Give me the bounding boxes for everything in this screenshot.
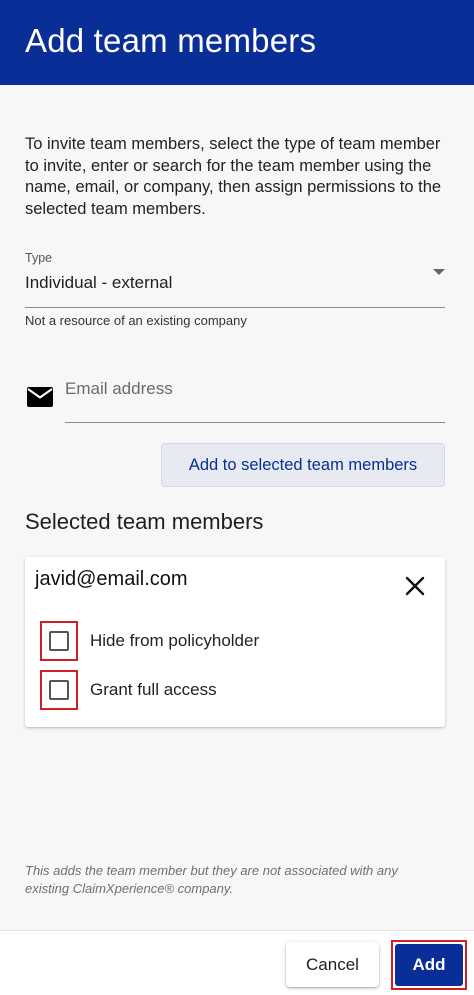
- email-field[interactable]: [65, 372, 445, 423]
- footnote: This adds the team member but they are n…: [25, 863, 398, 896]
- intro-text: To invite team members, select the type …: [25, 135, 442, 218]
- cancel-button[interactable]: Cancel: [286, 942, 379, 987]
- add-button[interactable]: Add: [395, 944, 463, 986]
- hide-from-policyholder-label: Hide from policyholder: [90, 631, 260, 650]
- mail-icon: [26, 386, 54, 408]
- email-input[interactable]: [65, 376, 435, 402]
- member-card: javid@email.com Hide from policyholder G…: [25, 557, 445, 727]
- add-to-selected-button[interactable]: Add to selected team members: [161, 443, 445, 487]
- type-helper-text: Not a resource of an existing company: [25, 313, 247, 328]
- page-title: Add team members: [25, 22, 317, 59]
- page-header: Add team members: [0, 0, 474, 85]
- option-row-full-access: Grant full access: [40, 670, 430, 710]
- footer-bar: Cancel Add: [0, 930, 474, 995]
- type-label: Type: [25, 251, 53, 265]
- member-email: javid@email.com: [35, 568, 188, 590]
- checkbox-box[interactable]: [49, 631, 69, 651]
- chevron-down-icon[interactable]: [433, 269, 445, 275]
- grant-full-access-label: Grant full access: [90, 680, 217, 699]
- grant-full-access-checkbox[interactable]: [40, 670, 78, 710]
- close-icon[interactable]: [401, 572, 429, 600]
- hide-from-policyholder-checkbox[interactable]: [40, 621, 78, 661]
- option-row-hide: Hide from policyholder: [40, 621, 430, 661]
- add-button-highlight: Add: [391, 940, 467, 990]
- checkbox-box[interactable]: [49, 680, 69, 700]
- type-value: Individual - external: [25, 273, 173, 292]
- selected-members-heading: Selected team members: [25, 509, 264, 534]
- type-select[interactable]: Type Individual - external: [25, 250, 445, 308]
